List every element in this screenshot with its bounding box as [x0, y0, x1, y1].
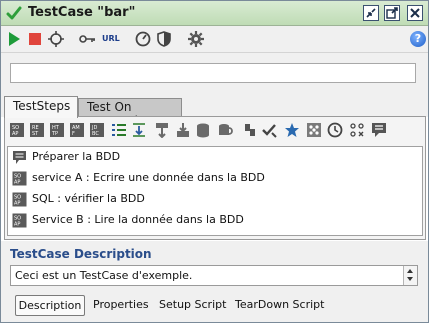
arrow-up-icon[interactable] — [407, 269, 413, 273]
title-bar: TestCase "bar" — [1, 1, 428, 26]
subtab-properties[interactable]: Properties — [93, 295, 149, 316]
manual-step-icon[interactable] — [349, 122, 365, 138]
expand-icon — [386, 7, 398, 19]
mock-response-icon[interactable] — [306, 122, 322, 138]
description-field[interactable]: Ceci est un TestCase d'exemple. — [10, 265, 418, 286]
svg-text:AP: AP — [14, 201, 20, 207]
run-testcase-icon[interactable] — [175, 122, 191, 138]
teststeps-panel: SO AP RE ST HT TP AM F JD BC Préparer la BDD — [4, 116, 426, 240]
svg-text:AP: AP — [12, 131, 18, 137]
list-item[interactable]: SO AP Service B : Lire la donnée dans la … — [8, 210, 422, 231]
soap-request-icon: SOAP — [12, 192, 27, 207]
star-icon[interactable] — [284, 122, 300, 138]
close-icon — [410, 8, 420, 18]
target-icon[interactable] — [47, 30, 65, 48]
svg-text:ST: ST — [32, 131, 39, 137]
upper-panel — [1, 53, 428, 93]
key-icon[interactable] — [78, 30, 96, 48]
help-icon[interactable]: ? — [410, 31, 426, 47]
jdbc-step-icon[interactable]: JDBC — [89, 122, 105, 138]
transfer-step-icon[interactable] — [131, 122, 147, 138]
tab-test-on-demand[interactable]: Test On Demand — [78, 98, 182, 128]
list-item[interactable]: SO AP SQL : vérifier la BDD — [8, 189, 422, 210]
svg-text:TP: TP — [51, 131, 58, 137]
comment-icon — [13, 151, 26, 164]
main-toolbar: URL ? — [1, 26, 428, 53]
svg-text:AP: AP — [14, 180, 20, 186]
comment-step-icon[interactable] — [371, 122, 387, 138]
url-button[interactable]: URL — [102, 34, 120, 43]
subtab-description[interactable]: Description — [15, 295, 85, 316]
list-item[interactable]: Préparer la BDD — [8, 147, 422, 168]
testcase-window: TestCase "bar" URL ? TestSteps Test On S… — [0, 0, 429, 323]
rest-step-icon[interactable]: REST — [29, 122, 45, 138]
description-text: Ceci est un TestCase d'exemple. — [15, 269, 193, 282]
conditional-goto-icon[interactable] — [154, 122, 170, 138]
assertion-icon[interactable] — [261, 122, 277, 138]
svg-text:F: F — [72, 131, 75, 137]
minimize-button[interactable] — [363, 5, 379, 21]
window-title: TestCase "bar" — [28, 5, 136, 20]
datasource-icon[interactable] — [217, 122, 233, 138]
list-item[interactable]: SO AP service A : Ecrire une donnée dans … — [8, 168, 422, 189]
step-label: Service B : Lire la donnée dans la BDD — [32, 213, 244, 226]
progress-field — [10, 63, 416, 83]
clock-icon[interactable] — [327, 122, 343, 138]
amf-step-icon[interactable]: AMF — [69, 122, 85, 138]
svg-text:BC: BC — [92, 131, 99, 137]
http-step-icon[interactable]: HTTP — [49, 122, 65, 138]
step-label: Préparer la BDD — [32, 150, 121, 163]
gear-icon[interactable] — [187, 30, 205, 48]
step-label: SQL : vérifier la BDD — [32, 192, 145, 205]
tab-strip: TestSteps Test On Demand — [1, 93, 428, 128]
subtab-setup-script[interactable]: Setup Script — [159, 295, 226, 316]
tab-teststeps[interactable]: TestSteps — [4, 96, 78, 118]
description-title: TestCase Description — [10, 247, 152, 261]
description-scroll-spinner[interactable] — [403, 266, 417, 285]
arrow-down-icon[interactable] — [407, 277, 413, 281]
teststep-list: Préparer la BDD SO AP service A : Ecrire … — [7, 146, 423, 236]
step-toolbar: SO AP RE ST HT TP AM F JD BC — [9, 122, 421, 142]
shrink-icon — [366, 8, 376, 18]
properties-step-icon[interactable] — [111, 122, 127, 138]
close-button[interactable] — [407, 5, 423, 21]
soap-request-icon: SOAP — [12, 171, 27, 186]
run-icon[interactable] — [5, 30, 23, 48]
delay-step-icon[interactable] — [195, 122, 211, 138]
description-panel: TestCase Description Ceci est un TestCas… — [1, 241, 428, 322]
shield-icon[interactable] — [155, 30, 173, 48]
check-icon — [6, 6, 22, 20]
soap-request-icon: SOAP — [12, 213, 27, 228]
maximize-button[interactable] — [384, 5, 400, 21]
groovy-script-icon[interactable] — [241, 122, 257, 138]
svg-text:AP: AP — [14, 222, 20, 228]
gauge-icon[interactable] — [134, 30, 152, 48]
stop-icon[interactable] — [26, 30, 44, 48]
soap-step-icon[interactable]: SOAP — [9, 122, 25, 138]
step-label: service A : Ecrire une donnée dans la BD… — [32, 171, 265, 184]
subtab-teardown-script[interactable]: TearDown Script — [235, 295, 324, 316]
